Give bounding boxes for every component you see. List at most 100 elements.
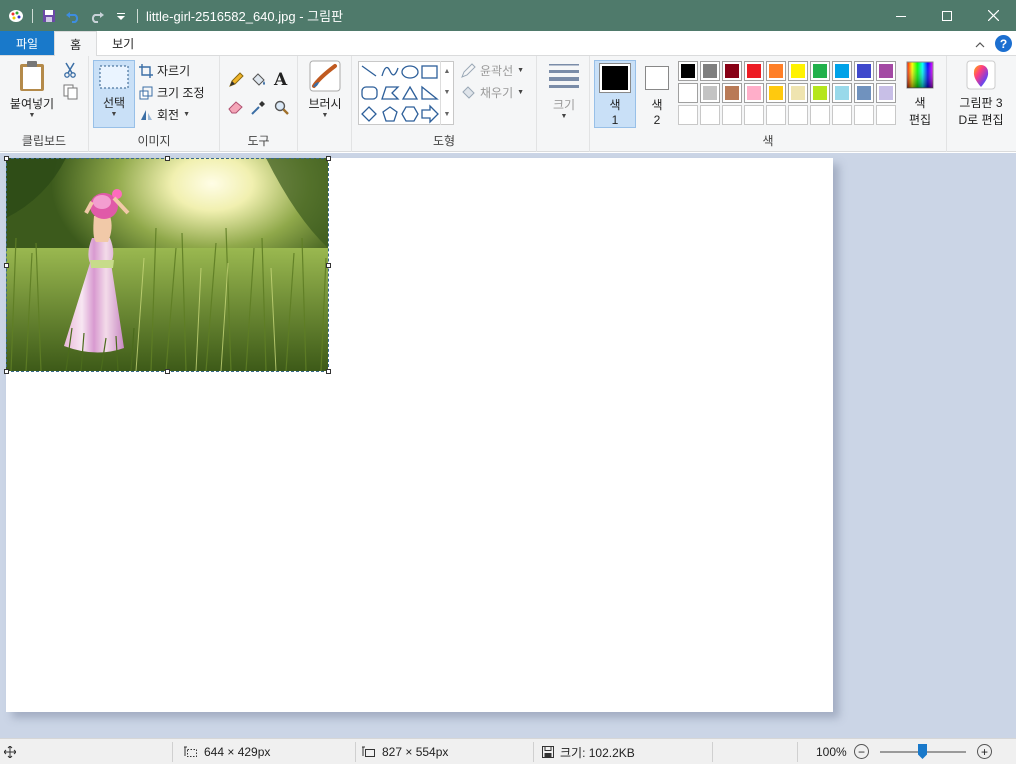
color-swatch[interactable] (832, 61, 852, 81)
color-swatch[interactable] (678, 61, 698, 81)
paste-button[interactable]: 붙여넣기 ▼ (6, 60, 58, 128)
resize-handle[interactable] (165, 156, 170, 161)
close-button[interactable] (970, 0, 1016, 31)
size-label: 크기 (552, 98, 576, 112)
collapse-ribbon-icon[interactable] (975, 37, 985, 51)
save-icon[interactable] (39, 5, 59, 27)
eraser-icon (228, 101, 243, 114)
edit-colors-button[interactable]: 색 편집 (900, 60, 940, 128)
canvas-size-icon (362, 746, 375, 757)
undo-icon[interactable] (63, 5, 83, 27)
crop-button[interactable]: 자르기 (139, 62, 190, 79)
color-swatch[interactable] (788, 61, 808, 81)
color-swatch[interactable] (700, 105, 720, 125)
outline-button[interactable]: 윤곽선 ▼ (460, 62, 524, 79)
fill-shape-button[interactable]: 채우기 ▼ (460, 84, 524, 101)
paste-icon (20, 61, 44, 91)
maximize-button[interactable] (924, 0, 970, 31)
color-swatch[interactable] (722, 61, 742, 81)
brushes-button[interactable]: 브러시 ▼ (302, 60, 348, 128)
color-swatch[interactable] (876, 83, 896, 103)
size-group: 크기 ▼ (537, 56, 590, 152)
pencil-icon (229, 72, 244, 87)
resize-handle[interactable] (4, 369, 9, 374)
resize-button[interactable]: 크기 조정 (139, 84, 205, 101)
color-swatch[interactable] (788, 83, 808, 103)
color-swatch[interactable] (722, 105, 742, 125)
color-picker-button[interactable] (250, 100, 266, 116)
color-swatch[interactable] (678, 105, 698, 125)
tab-view[interactable]: 보기 (97, 31, 149, 55)
color-swatch[interactable] (810, 61, 830, 81)
separator (355, 742, 356, 762)
shapes-group: ▲ ▼ ▼ 윤곽선 ▼ 채우기 ▼ 도형 (352, 56, 537, 152)
zoom-in-button[interactable]: + (977, 744, 992, 759)
color-swatch[interactable] (810, 105, 830, 125)
color-swatch[interactable] (700, 61, 720, 81)
color-swatch[interactable] (854, 61, 874, 81)
selection-size-text: 644 × 429px (204, 745, 271, 759)
resize-handle[interactable] (165, 369, 170, 374)
redo-icon[interactable] (87, 5, 107, 27)
color-swatch[interactable] (744, 83, 764, 103)
canvas[interactable] (4, 156, 833, 712)
scissors-icon (64, 62, 76, 78)
canvas-workspace[interactable] (0, 153, 1016, 738)
select-button[interactable]: 선택 ▼ (93, 60, 135, 128)
tab-home[interactable]: 홈 (54, 31, 98, 56)
brush-icon (309, 60, 341, 92)
color1-button[interactable]: 색 1 (594, 60, 636, 128)
resize-handle[interactable] (326, 156, 331, 161)
resize-icon (139, 86, 153, 99)
color-swatch[interactable] (810, 83, 830, 103)
text-tool-icon[interactable]: A (274, 70, 287, 90)
magnifier-button[interactable] (274, 100, 290, 116)
color-swatch[interactable] (766, 61, 786, 81)
fill-button[interactable] (250, 72, 266, 88)
file-size-text: 크기: 102.2KB (560, 745, 635, 760)
resize-handle[interactable] (326, 263, 331, 268)
cut-button[interactable] (63, 62, 77, 78)
color-swatch[interactable] (832, 83, 852, 103)
color-swatch[interactable] (722, 83, 742, 103)
group-label: 도구 (247, 134, 270, 148)
edit-with-paint3d-button[interactable]: 그림판 3 D로 편집 (950, 60, 1012, 130)
color-swatch[interactable] (854, 83, 874, 103)
help-icon[interactable]: ? (995, 35, 1012, 52)
color-swatch[interactable] (744, 61, 764, 81)
paste-label: 붙여넣기 (9, 97, 55, 111)
outline-pencil-icon (461, 62, 476, 78)
color-swatch[interactable] (876, 105, 896, 125)
color-swatch[interactable] (788, 105, 808, 125)
color2-button[interactable]: 색 2 (638, 60, 676, 128)
eraser-button[interactable] (228, 100, 244, 114)
selection-rectangle[interactable] (6, 158, 329, 372)
separator (533, 742, 534, 762)
line-width-icon (549, 64, 579, 88)
customize-toolbar-icon[interactable] (111, 5, 131, 27)
color-swatch[interactable] (700, 83, 720, 103)
color-swatch[interactable] (876, 61, 896, 81)
tab-file[interactable]: 파일 (0, 31, 55, 55)
minimize-button[interactable] (878, 0, 924, 31)
color-swatch[interactable] (678, 83, 698, 103)
color-swatch[interactable] (854, 105, 874, 125)
shapes-scroll[interactable]: ▲ ▼ ▼ (440, 61, 453, 125)
color-swatch[interactable] (766, 105, 786, 125)
resize-handle[interactable] (326, 369, 331, 374)
pencil-button[interactable] (228, 72, 244, 88)
magnifier-icon (274, 100, 289, 115)
rotate-button[interactable]: 회전 ▼ (139, 106, 190, 123)
resize-handle[interactable] (4, 263, 9, 268)
color-swatch[interactable] (766, 83, 786, 103)
paint-app-icon[interactable] (6, 5, 26, 27)
size-button[interactable]: 크기 ▼ (542, 60, 586, 128)
zoom-out-button[interactable]: − (854, 744, 869, 759)
zoom-slider-thumb[interactable] (918, 744, 927, 759)
rotate-icon (141, 109, 152, 120)
copy-button[interactable] (63, 84, 79, 100)
color-swatch[interactable] (832, 105, 852, 125)
color-swatch[interactable] (744, 105, 764, 125)
color2-label: 색 (651, 98, 663, 112)
resize-handle[interactable] (4, 156, 9, 161)
